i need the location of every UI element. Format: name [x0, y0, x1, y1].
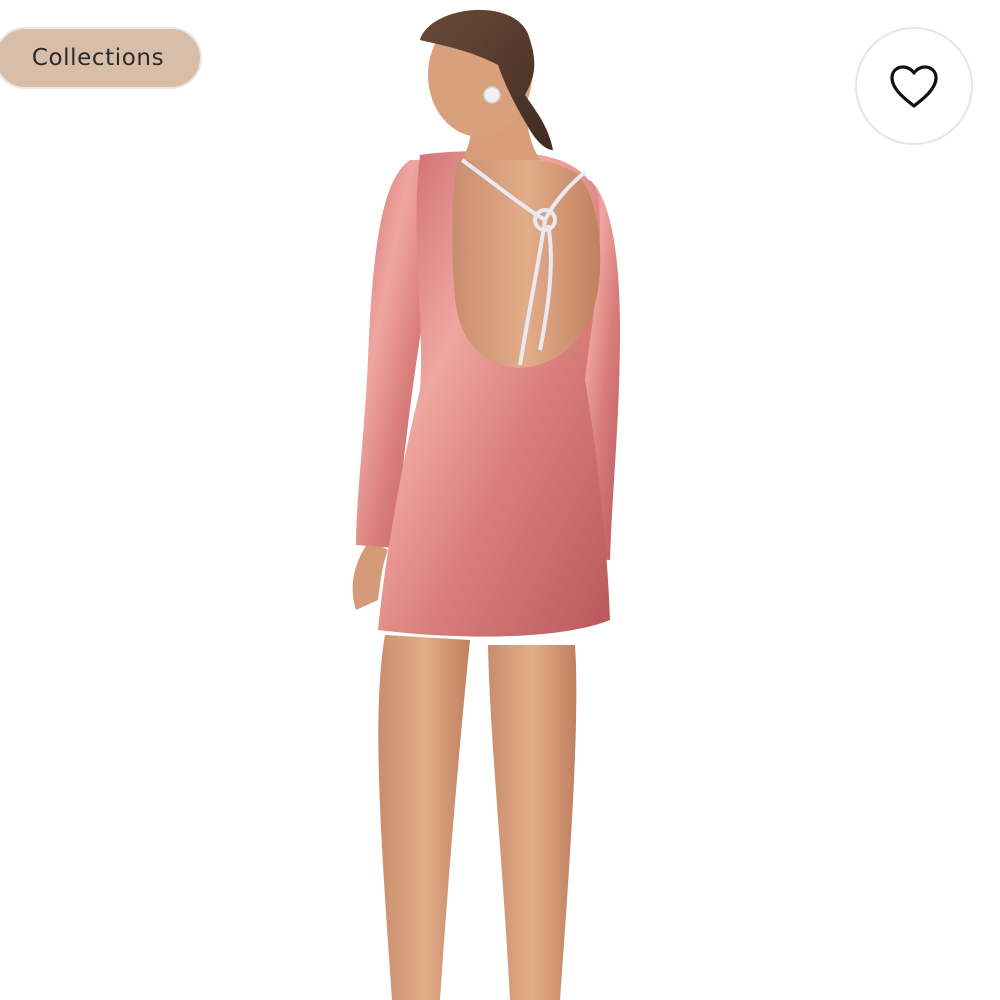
product-image-screen: Collections	[0, 0, 1000, 1000]
collections-button[interactable]: Collections	[0, 27, 202, 89]
right-leg	[488, 645, 577, 1000]
collections-label: Collections	[31, 45, 165, 71]
product-photo	[352, 9, 620, 1000]
heart-outline-icon	[890, 65, 938, 108]
earring	[483, 86, 501, 104]
left-leg	[378, 635, 470, 1000]
favorite-button[interactable]	[855, 27, 973, 145]
